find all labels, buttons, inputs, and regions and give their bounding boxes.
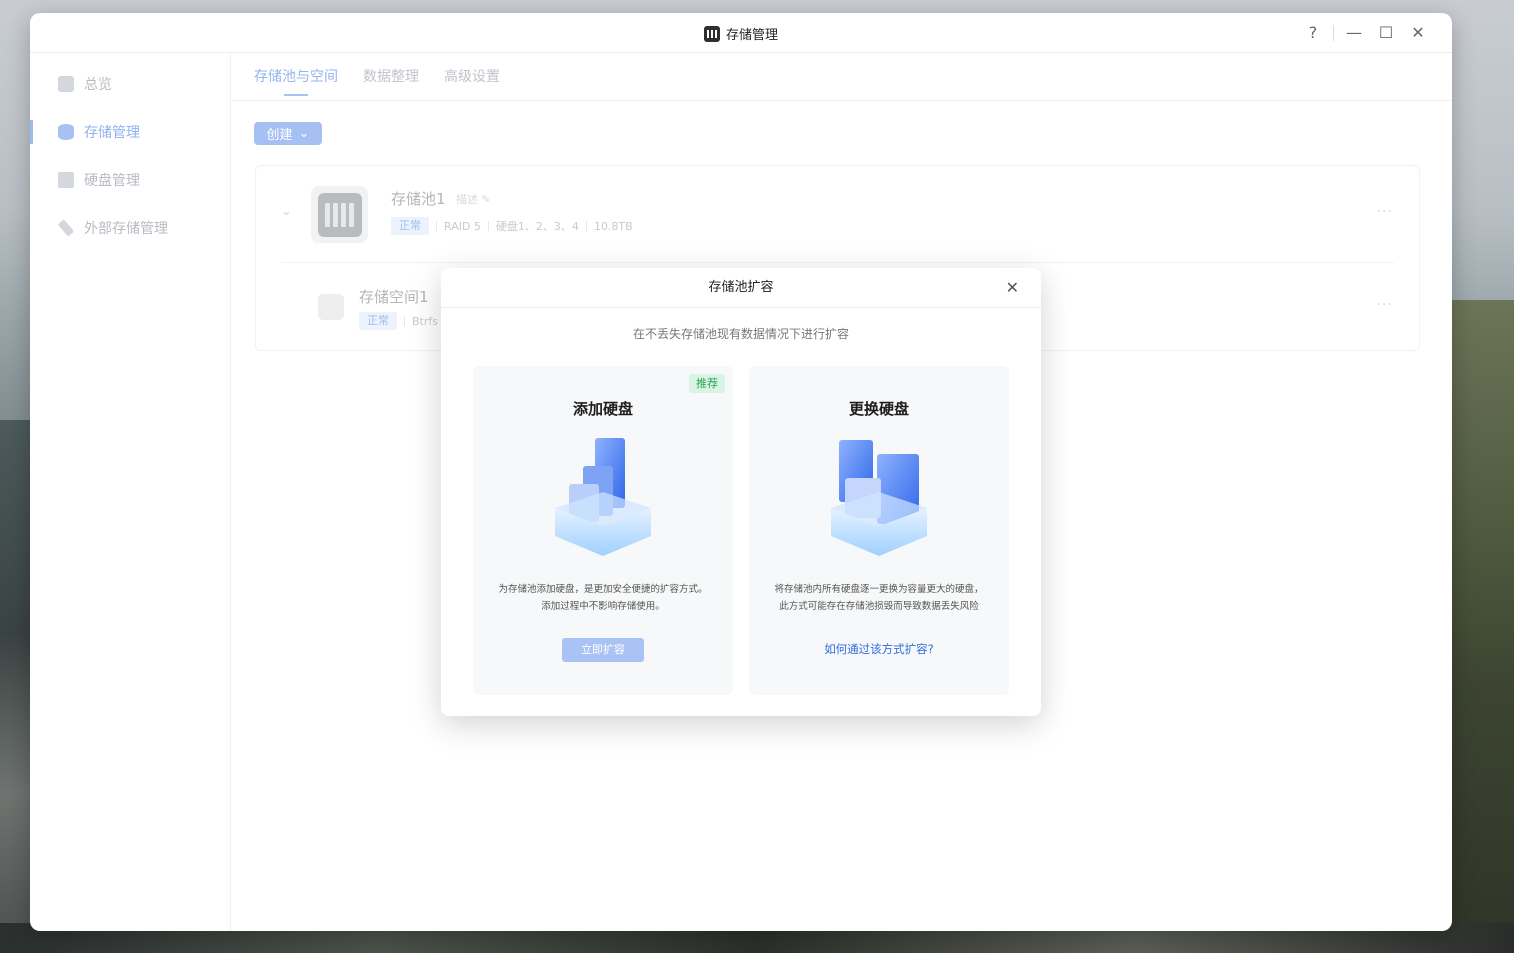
sidebar-item-external-storage[interactable]: 外部存储管理	[30, 204, 230, 252]
title-bar[interactable]: 存储管理 ? — ☐ ✕	[30, 13, 1452, 53]
pool-capacity: 10.8TB	[593, 219, 633, 233]
external-storage-icon	[57, 219, 75, 237]
status-badge: 正常	[359, 312, 397, 330]
add-disk-illustration-icon	[555, 438, 651, 556]
sidebar-item-storage[interactable]: 存储管理	[30, 108, 230, 156]
pool-disks: 硬盘1、2、3、4	[495, 220, 579, 233]
space-meta: 正常 Btrfs	[359, 312, 438, 330]
dialog-title: 存储池扩容	[708, 280, 774, 295]
disk-icon	[58, 172, 74, 188]
option-description-line: 为存储池添加硬盘，是更加安全便捷的扩容方式。	[498, 584, 708, 595]
tab-pools-and-spaces[interactable]: 存储池与空间	[254, 53, 338, 100]
sidebar: 总览 存储管理 硬盘管理 外部存储管理	[30, 53, 231, 931]
expand-pool-dialog: 存储池扩容 ✕ 在不丢失存储池现有数据情况下进行扩容 推荐 添加硬盘 为存储池添…	[441, 268, 1041, 716]
pool-name: 存储池1	[391, 190, 446, 208]
option-description-line: 此方式可能存在存储池损毁而导致数据丢失风险	[779, 601, 979, 612]
option-description-line: 将存储池内所有硬盘逐一更换为容量更大的硬盘，	[774, 584, 984, 595]
replace-disk-illustration-icon	[831, 440, 927, 556]
option-title: 更换硬盘	[848, 400, 909, 418]
option-replace-disk: 更换硬盘 将存储池内所有硬盘逐一更换为容量更大的硬盘， 此方式可能存在存储池损毁…	[749, 366, 1009, 695]
status-badge: 正常	[391, 217, 429, 235]
tab-advanced-settings[interactable]: 高级设置	[444, 53, 500, 100]
overview-icon	[58, 76, 74, 92]
desktop-background-right	[1444, 300, 1514, 953]
close-button[interactable]: ✕	[1402, 22, 1434, 44]
dialog-subtitle: 在不丢失存储池现有数据情况下进行扩容	[632, 327, 849, 341]
create-button[interactable]: 创建 ⌄	[254, 122, 322, 145]
option-title: 添加硬盘	[572, 400, 633, 418]
close-icon[interactable]: ✕	[1006, 268, 1019, 308]
sidebar-item-overview[interactable]: 总览	[30, 60, 230, 108]
help-button[interactable]: ?	[1297, 22, 1329, 44]
pool-description[interactable]: 描述 ✎	[456, 191, 491, 207]
database-icon	[58, 124, 74, 140]
window-title-wrap: 存储管理	[30, 24, 1452, 43]
option-add-disk: 推荐 添加硬盘 为存储池添加硬盘，是更加安全便捷的扩容方式。 添加过程中不影响存…	[473, 366, 733, 695]
pool-more-menu[interactable]: ···	[1377, 204, 1393, 220]
storage-app-icon	[703, 26, 720, 42]
window-title: 存储管理	[725, 28, 778, 43]
pool-meta: 正常 RAID 5 硬盘1、2、3、4 10.8TB	[391, 217, 633, 235]
sidebar-item-label: 外部存储管理	[84, 221, 168, 237]
edit-icon: ✎	[481, 193, 491, 206]
option-description-line: 添加过程中不影响存储使用。	[541, 601, 665, 612]
tab-data-defrag[interactable]: 数据整理	[363, 53, 419, 100]
how-to-replace-link[interactable]: 如何通过该方式扩容?	[749, 641, 1009, 657]
maximize-button[interactable]: ☐	[1370, 22, 1402, 44]
minimize-button[interactable]: —	[1338, 22, 1370, 44]
tab-bar: 存储池与空间 数据整理 高级设置	[231, 53, 1452, 101]
window-controls: ? — ☐ ✕	[1297, 22, 1434, 44]
sidebar-item-label: 硬盘管理	[84, 173, 140, 189]
recommend-badge: 推荐	[689, 374, 725, 393]
expand-now-button[interactable]: 立即扩容	[562, 638, 644, 662]
pool-description-placeholder: 描述	[456, 193, 478, 206]
storage-pool-icon	[311, 186, 368, 243]
space-filesystem: Btrfs	[412, 314, 438, 328]
storage-space-icon	[318, 294, 344, 320]
pool-raid: RAID 5	[444, 219, 481, 233]
sidebar-item-label: 总览	[84, 77, 112, 93]
create-button-label: 创建	[266, 128, 293, 143]
space-name: 存储空间1	[359, 288, 429, 306]
dialog-header: 存储池扩容 ✕	[441, 268, 1041, 308]
chevron-down-icon: ⌄	[298, 126, 310, 141]
sidebar-item-label: 存储管理	[84, 125, 140, 141]
controls-divider	[1333, 25, 1334, 41]
option-description: 将存储池内所有硬盘逐一更换为容量更大的硬盘， 此方式可能存在存储池损毁而导致数据…	[759, 581, 999, 615]
space-more-menu[interactable]: ···	[1377, 297, 1393, 313]
chevron-down-icon[interactable]: ⌄	[281, 204, 292, 219]
sidebar-item-disks[interactable]: 硬盘管理	[30, 156, 230, 204]
option-description: 为存储池添加硬盘，是更加安全便捷的扩容方式。 添加过程中不影响存储使用。	[483, 581, 723, 615]
divider	[281, 262, 1394, 263]
